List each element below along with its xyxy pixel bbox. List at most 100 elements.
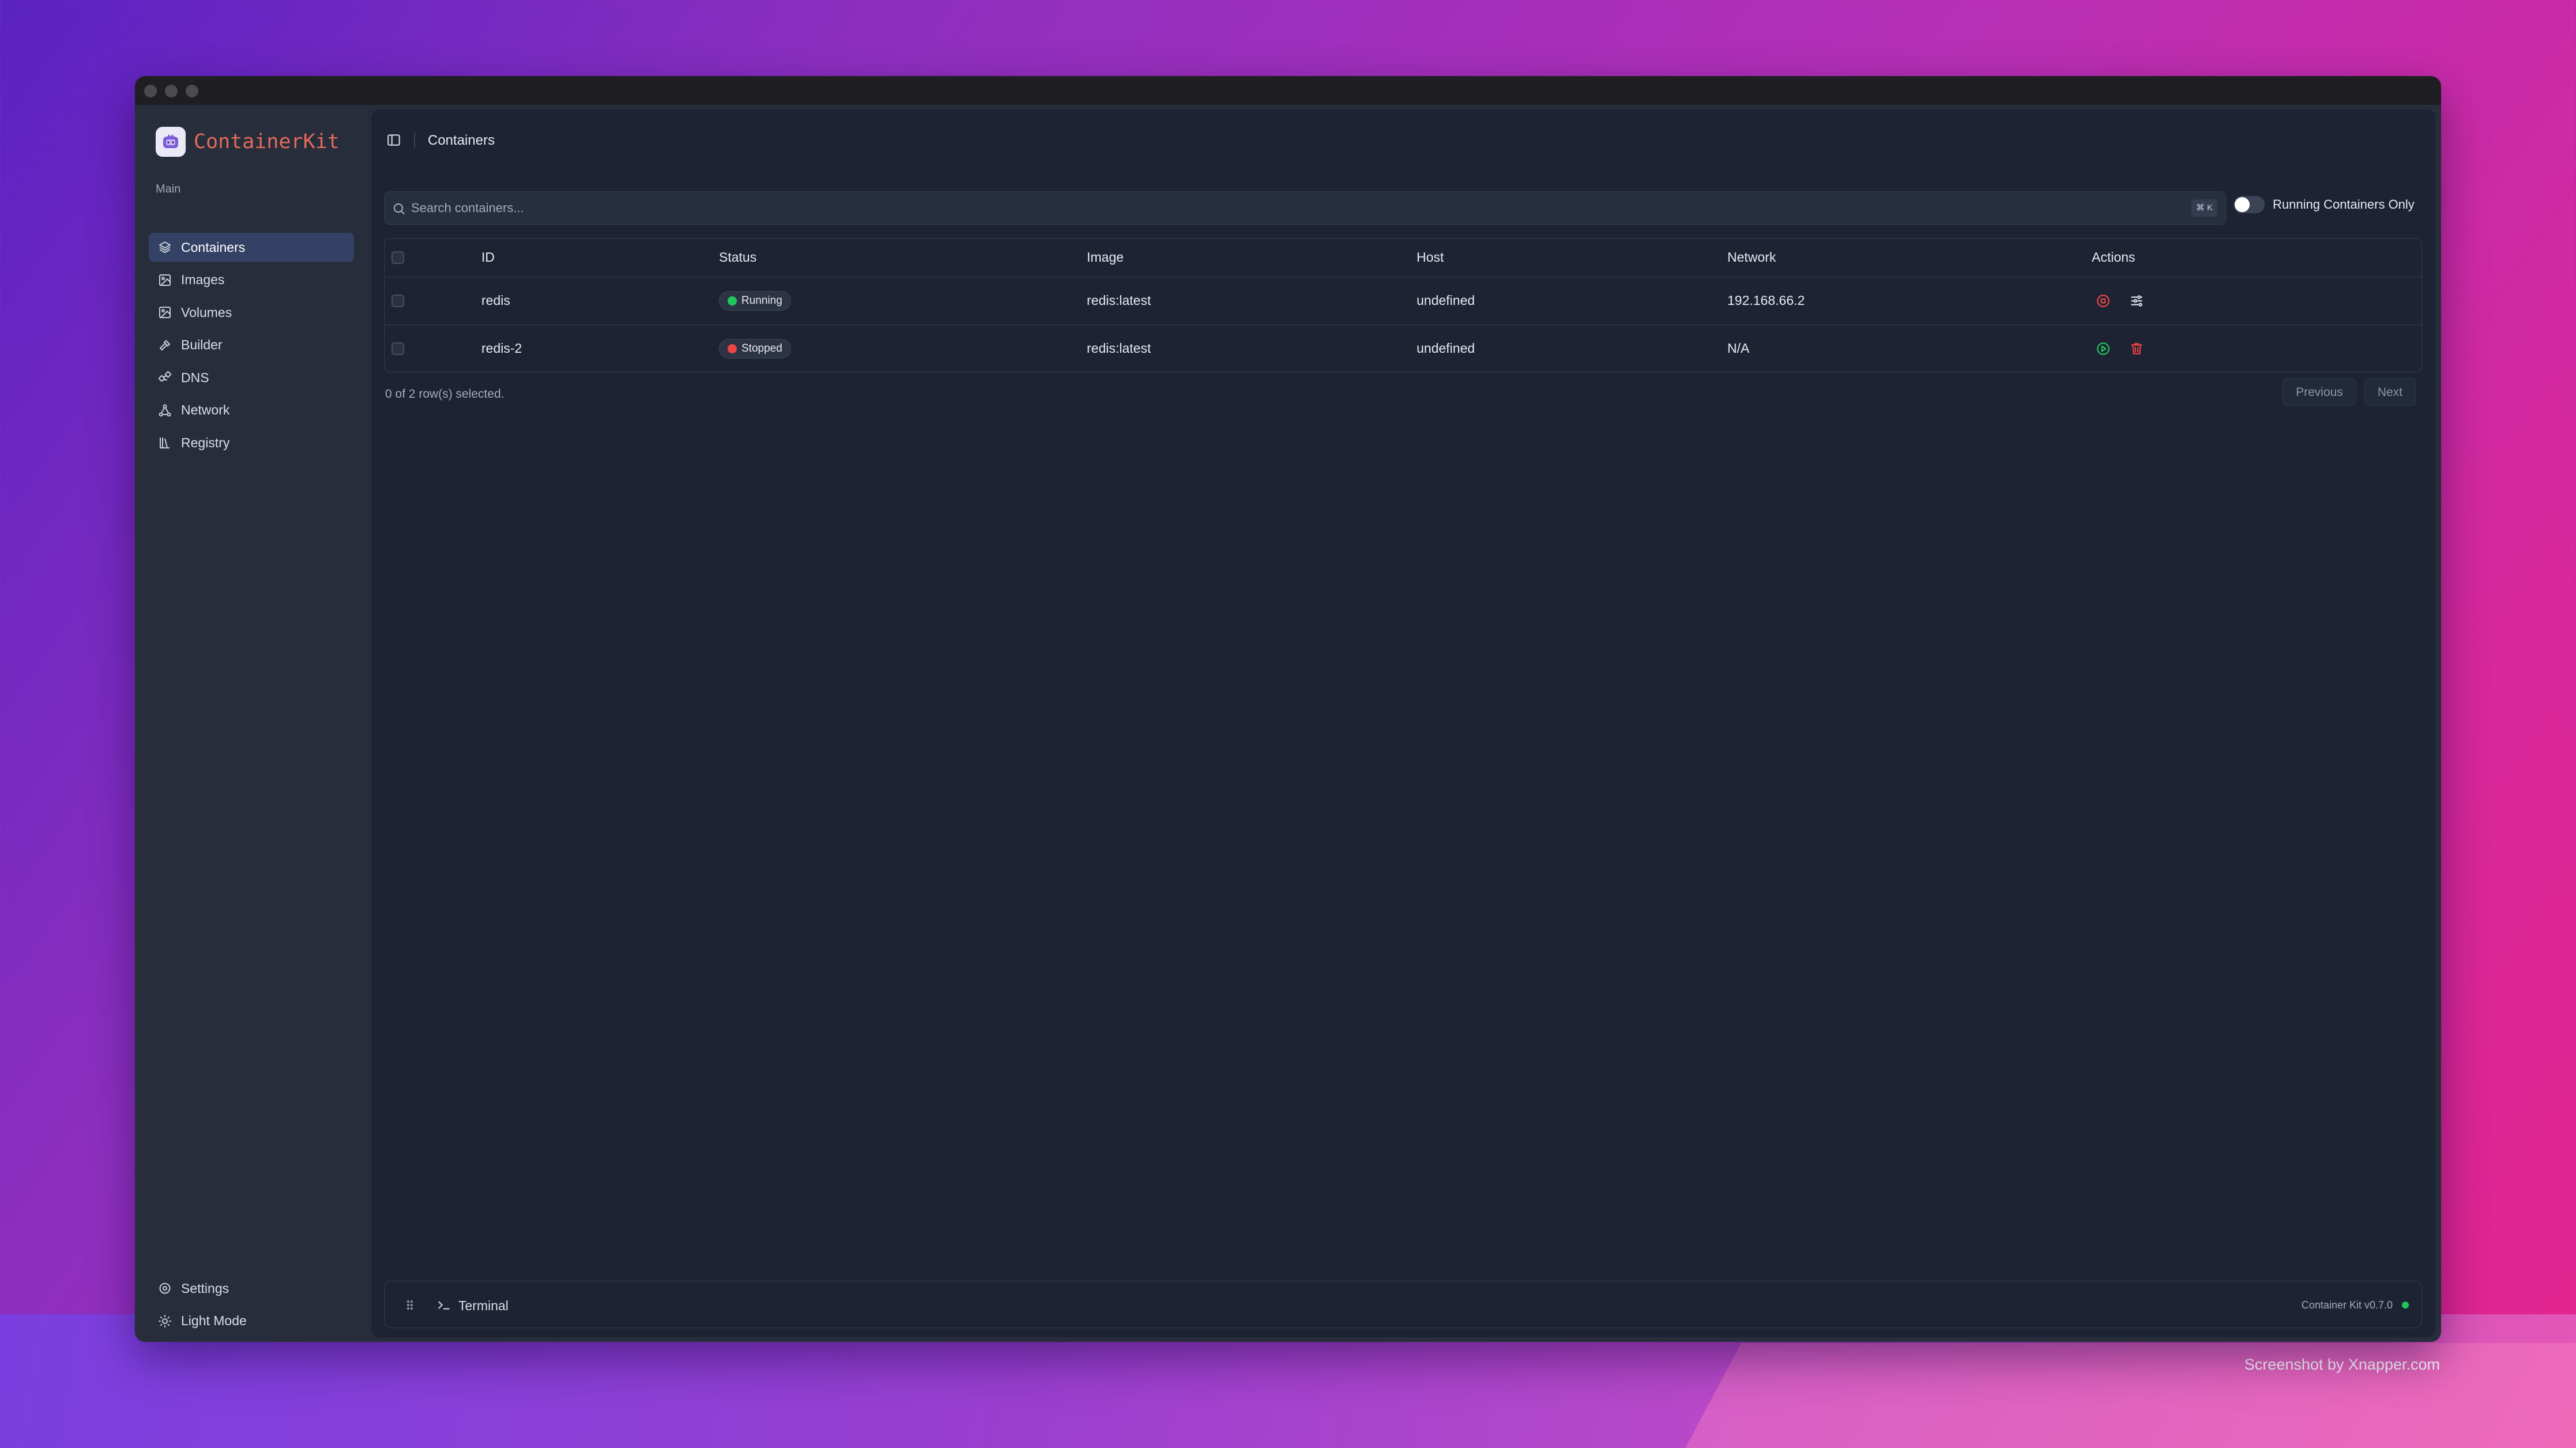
sidebar-item-network[interactable]: Network <box>149 396 354 425</box>
column-header-network[interactable]: Network <box>1727 239 2092 277</box>
column-header-actions: Actions <box>2092 239 2421 277</box>
sidebar-nav: Containers Images Volumes Builder DNS Ne… <box>149 233 354 461</box>
main-content: Containers ⌘ K Running Containers Only <box>371 110 2435 1337</box>
app-version: Container Kit v0.7.0 <box>2301 1299 2393 1311</box>
close-window-button[interactable] <box>144 85 157 97</box>
trash-icon <box>2131 343 2142 355</box>
row-checkbox[interactable] <box>391 342 404 355</box>
gear-icon <box>158 1281 172 1295</box>
terminal-toggle[interactable]: Terminal <box>458 1298 509 1314</box>
sidebar-item-light-mode[interactable]: Light Mode <box>149 1307 354 1336</box>
panel-left-icon <box>387 134 400 146</box>
table-header-row: ID Status Image Host Network Actions <box>385 239 2421 277</box>
sidebar-item-label: Registry <box>181 435 230 450</box>
table-row[interactable]: redis-2 Stopped redis:latest undefined N… <box>385 325 2421 372</box>
brand-name: ContainerKit <box>194 130 340 153</box>
next-page-button[interactable]: Next <box>2364 378 2416 406</box>
selection-count: 0 of 2 row(s) selected. <box>385 387 504 401</box>
stop-button[interactable] <box>2092 289 2115 312</box>
brand: ContainerKit <box>156 127 340 157</box>
cell-host: undefined <box>1417 277 1727 325</box>
status-text: Running <box>741 294 782 307</box>
sidebar-item-label: Volumes <box>181 304 232 320</box>
cell-id: redis <box>481 277 719 325</box>
status-badge: Running <box>719 291 791 311</box>
sidebar-item-builder[interactable]: Builder <box>149 331 354 360</box>
row-actions <box>2092 289 2421 312</box>
stop-circle-icon <box>2097 294 2110 307</box>
column-header-id[interactable]: ID <box>481 239 719 277</box>
whale-box-icon <box>156 127 186 157</box>
status-dot-stopped <box>728 344 737 353</box>
cell-network: 192.168.66.2 <box>1727 277 2092 325</box>
page-title: Containers <box>428 133 495 148</box>
main-header: Containers <box>371 110 2435 173</box>
workflow-icon <box>158 371 172 384</box>
column-header-status[interactable]: Status <box>719 239 1087 277</box>
start-button[interactable] <box>2092 337 2115 360</box>
table-row[interactable]: redis Running redis:latest undefined 192… <box>385 277 2421 325</box>
sidebar-item-dns[interactable]: DNS <box>149 363 354 392</box>
connection-status-dot <box>2402 1302 2409 1309</box>
status-badge: Stopped <box>719 338 791 359</box>
cell-host: undefined <box>1417 341 1475 356</box>
sidebar-item-label: Builder <box>181 337 223 352</box>
sidebar-bottom-nav: Settings Light Mode <box>149 1274 354 1339</box>
drag-handle-icon[interactable] <box>404 1298 416 1313</box>
sidebar-item-images[interactable]: Images <box>149 266 354 295</box>
image-icon <box>158 306 172 319</box>
sun-icon <box>158 1314 172 1328</box>
sidebar-item-label: Containers <box>181 239 246 255</box>
column-header-host[interactable]: Host <box>1417 239 1727 277</box>
sidebar-item-label: Settings <box>181 1280 229 1296</box>
row-actions <box>2092 337 2421 360</box>
column-header-image[interactable]: Image <box>1087 239 1417 277</box>
app-window: ContainerKit Main Containers Images Volu… <box>135 76 2441 1342</box>
terminal-panel: Terminal Container Kit v0.7.0 <box>384 1281 2422 1328</box>
sidebar-item-label: Network <box>181 402 230 417</box>
previous-page-button[interactable]: Previous <box>2283 378 2356 406</box>
cell-image: redis:latest <box>1087 277 1417 325</box>
hammer-icon <box>158 338 172 352</box>
screenshot-credit: Screenshot by Xnapper.com <box>2244 1356 2440 1373</box>
status-dot-running <box>728 296 737 306</box>
search-icon <box>391 201 406 216</box>
image-icon <box>158 273 172 287</box>
zoom-window-button[interactable] <box>186 85 198 97</box>
sidebar: ContainerKit Main Containers Images Volu… <box>135 105 368 1342</box>
search-shortcut: ⌘ K <box>2191 199 2217 217</box>
network-icon <box>158 404 172 417</box>
sidebar-item-containers[interactable]: Containers <box>149 233 354 262</box>
sidebar-item-volumes[interactable]: Volumes <box>149 298 354 327</box>
pagination: Previous Next <box>2274 378 2416 406</box>
header-divider <box>414 133 415 148</box>
layers-icon <box>158 240 172 254</box>
search-bar: ⌘ K <box>384 191 2226 225</box>
row-checkbox[interactable] <box>391 294 404 307</box>
sidebar-item-settings[interactable]: Settings <box>149 1274 354 1303</box>
cell-network: N/A <box>1727 341 1750 356</box>
sidebar-item-label: Light Mode <box>181 1313 247 1328</box>
toggle-knob <box>2235 197 2250 212</box>
library-icon <box>158 436 172 450</box>
running-only-toggle[interactable]: Running Containers Only <box>2234 196 2415 213</box>
cell-id: redis-2 <box>481 341 522 356</box>
minimize-window-button[interactable] <box>165 85 178 97</box>
delete-button[interactable] <box>2125 337 2148 360</box>
toggle-label: Running Containers Only <box>2273 197 2415 212</box>
cell-image: redis:latest <box>1087 341 1151 356</box>
play-circle-icon <box>2097 342 2110 355</box>
status-text: Stopped <box>741 342 782 355</box>
toggle-sidebar-button[interactable] <box>385 131 402 149</box>
toggle-switch[interactable] <box>2234 196 2265 213</box>
sliders-icon <box>2131 295 2142 307</box>
terminal-icon <box>436 1298 451 1313</box>
containers-table: ID Status Image Host Network Actions red… <box>384 238 2422 372</box>
title-bar <box>135 76 2441 105</box>
sidebar-item-label: DNS <box>181 369 209 385</box>
sidebar-item-registry[interactable]: Registry <box>149 428 354 457</box>
select-all-checkbox[interactable] <box>391 251 404 264</box>
search-input[interactable] <box>411 192 2083 224</box>
sidebar-item-label: Images <box>181 272 225 287</box>
settings-button[interactable] <box>2125 289 2148 312</box>
